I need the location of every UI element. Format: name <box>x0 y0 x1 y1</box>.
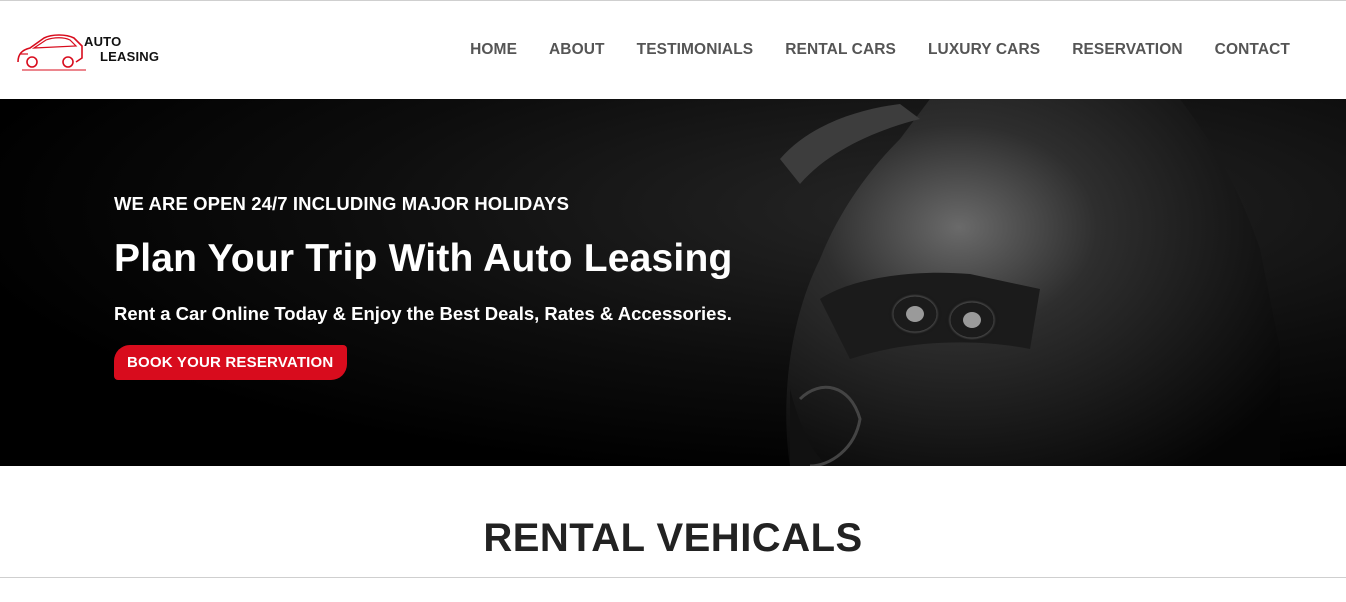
nav-testimonials[interactable]: TESTIMONIALS <box>621 41 770 59</box>
brand-logo[interactable]: AUTO LEASING <box>14 20 174 80</box>
hero-content: WE ARE OPEN 24/7 INCLUDING MAJOR HOLIDAY… <box>114 193 733 380</box>
brand-wordmark: AUTO LEASING <box>84 34 159 64</box>
hero-eyebrow: WE ARE OPEN 24/7 INCLUDING MAJOR HOLIDAY… <box>114 193 570 214</box>
section-title: RENTAL VEHICALS <box>483 516 863 560</box>
section-divider <box>0 577 1346 578</box>
nav-contact[interactable]: CONTACT <box>1199 41 1306 59</box>
nav-reservation[interactable]: RESERVATION <box>1056 41 1198 59</box>
brand-line-1: AUTO <box>84 34 122 49</box>
hero-banner: WE ARE OPEN 24/7 INCLUDING MAJOR HOLIDAY… <box>0 99 1346 466</box>
car-logo-icon <box>17 34 86 71</box>
nav-luxury-cars[interactable]: LUXURY CARS <box>912 41 1056 59</box>
hero-title: Plan Your Trip With Auto Leasing <box>114 237 733 280</box>
hero-car-image <box>780 99 1280 466</box>
nav-home[interactable]: HOME <box>454 41 533 59</box>
book-reservation-button[interactable]: BOOK YOUR RESERVATION <box>114 345 348 380</box>
hero-subtitle: Rent a Car Online Today & Enjoy the Best… <box>114 303 732 324</box>
site-header: AUTO LEASING HOME ABOUT TESTIMONIALS REN… <box>0 1 1346 99</box>
brand-line-2: LEASING <box>100 49 160 64</box>
nav-rental-cars[interactable]: RENTAL CARS <box>769 41 912 59</box>
main-nav: HOME ABOUT TESTIMONIALS RENTAL CARS LUXU… <box>454 41 1306 59</box>
nav-about[interactable]: ABOUT <box>533 41 621 59</box>
